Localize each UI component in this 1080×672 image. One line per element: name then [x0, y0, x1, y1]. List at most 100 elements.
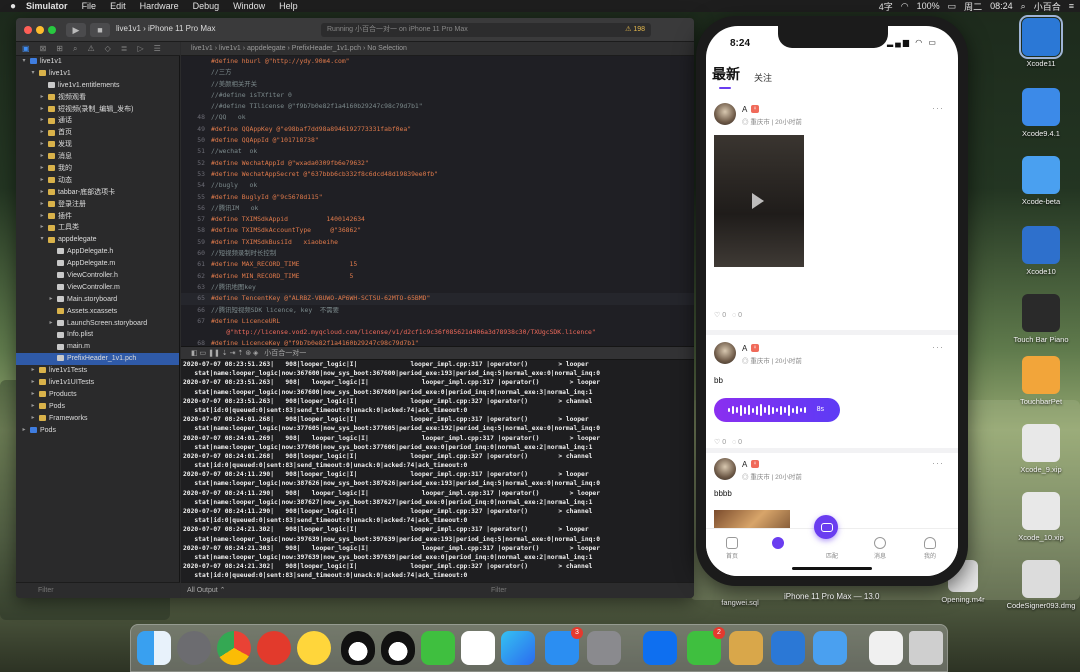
input-method-indicator[interactable]: 4字 [879, 0, 893, 13]
navigator-item[interactable]: ▸ 短视频(录制_编辑_发布) [16, 104, 179, 116]
code-line[interactable]: 59 #define TXIMSdkBusiId xiaobeihe [181, 237, 694, 248]
tab-profile[interactable]: 我的 [910, 537, 950, 560]
control-center-icon[interactable]: ≡ [1069, 1, 1074, 11]
disclosure-triangle-icon[interactable]: ▸ [38, 127, 46, 139]
tab-follow[interactable]: 关注 [754, 71, 772, 84]
code-line[interactable]: 63 //腾讯地图key [181, 282, 694, 293]
report-navigator-icon[interactable]: ☰ [154, 44, 161, 53]
code-line[interactable]: //三方 [181, 67, 694, 78]
tab-messages[interactable]: 消息 [860, 537, 900, 560]
search-icon[interactable]: ⌕ [1021, 1, 1026, 12]
find-navigator-icon[interactable]: ⌕ [73, 44, 77, 54]
tab-moments[interactable] [758, 537, 798, 551]
all-output-selector[interactable]: All Output ⌃ [187, 587, 226, 594]
desktop-icon[interactable]: Xcode-beta [1003, 156, 1079, 206]
minimize-window-button[interactable] [36, 26, 44, 34]
code-line[interactable]: @"http://license.vod2.myqcloud.com/licen… [181, 327, 694, 338]
code-line[interactable]: 65 #define TencentKey @"ALRBZ-VBUWO-AP6WH… [181, 293, 694, 305]
navigator-item[interactable]: ▸ 工具类 [16, 222, 179, 234]
date-label[interactable]: 周二 [964, 0, 982, 13]
debug-console[interactable]: 2020-07-07 08:23:51.263| 908|looper_logi… [181, 360, 694, 582]
app-store-icon[interactable]: 3 [545, 627, 583, 665]
disclosure-triangle-icon[interactable]: ▸ [38, 187, 46, 199]
wechat-icon[interactable] [421, 631, 455, 665]
navigator-item[interactable]: ▸ 我的 [16, 163, 179, 175]
archive-utility-icon[interactable] [729, 631, 763, 665]
disclosure-triangle-icon[interactable]: ▸ [38, 175, 46, 187]
more-options-icon[interactable]: ··· [932, 342, 944, 352]
navigator-item[interactable]: ▸ Pods [16, 401, 179, 413]
play-icon[interactable] [752, 193, 764, 209]
code-line[interactable]: 58 #define TXIMSdkAccountType @"36862" [181, 225, 694, 236]
navigator-item[interactable]: main.m [16, 341, 179, 353]
menu-window[interactable]: Window [233, 1, 265, 11]
code-line[interactable]: 68 #define LicenceKey @"f9b7b0e82f1a4160b… [181, 338, 694, 346]
navigator-item[interactable]: ▸ 首页 [16, 127, 179, 139]
disclosure-triangle-icon[interactable]: ▸ [38, 139, 46, 151]
navigator-item[interactable]: AppDelegate.h [16, 246, 179, 258]
disclosure-triangle-icon[interactable]: ▸ [20, 425, 28, 437]
tab-home[interactable]: 首页 [712, 537, 752, 560]
avatar[interactable] [714, 103, 736, 125]
navigator-item[interactable]: ViewController.m [16, 282, 179, 294]
navigator-item[interactable]: live1v1.entitlements [16, 80, 179, 92]
menu-help[interactable]: Help [279, 1, 298, 11]
desktop-icon[interactable]: Xcode11 [1003, 15, 1079, 68]
comment-icon[interactable]: ◌ [732, 312, 736, 319]
code-line[interactable]: 61 #define MAX_RECORD_TIME 15 [181, 259, 694, 270]
menu-edit[interactable]: Edit [110, 1, 126, 11]
navigator-item[interactable]: ▾ live1v1 [16, 68, 179, 80]
chrome-icon[interactable] [217, 631, 251, 665]
console-filter-field[interactable]: Filter [491, 583, 507, 598]
avatar[interactable] [714, 342, 736, 364]
video-thumbnail[interactable] [714, 135, 804, 267]
code-line[interactable]: #define hburl @"http://ydy.90m4.com" [181, 56, 694, 67]
launchpad-icon[interactable] [177, 631, 211, 665]
voice-message-button[interactable]: 8s [714, 398, 840, 422]
navigator-item[interactable]: ▸ 登录注册 [16, 199, 179, 211]
feed-post[interactable]: A ♀ ◎ 重庆市 | 20小时前 ··· bb 8s ♡ 0 ◌ 0 [706, 342, 958, 446]
code-line[interactable]: 56 //腾讯IM ok [181, 203, 694, 214]
navigator-item[interactable]: PrefixHeader_1v1.pch [16, 353, 179, 366]
navigator-item[interactable]: ▸ Frameworks [16, 413, 179, 425]
code-line[interactable]: //美颜相关开关 [181, 79, 694, 90]
menu-app-simulator[interactable]: Simulator [26, 1, 68, 11]
scheme-selector[interactable]: live1v1 › iPhone 11 Pro Max [116, 24, 215, 33]
user-name[interactable]: 小百合 [1034, 0, 1061, 13]
jump-bar[interactable]: live1v1 › live1v1 › appdelegate › Prefix… [181, 42, 694, 56]
navigator-item[interactable]: ▸ tabbar-底部选项卡 [16, 187, 179, 199]
like-icon[interactable]: ♡ [714, 312, 720, 319]
code-line[interactable]: 48 //QQ ok [181, 112, 694, 123]
battery-icon[interactable]: ▭ [948, 1, 957, 12]
avatar[interactable] [714, 458, 736, 480]
clock-label[interactable]: 08:24 [990, 1, 1013, 11]
warnings-count[interactable]: ⚠ 198 [625, 23, 645, 37]
more-options-icon[interactable]: ··· [932, 103, 944, 113]
debug-controls-icon[interactable]: ◧ ▭ ❚❚ ⇣ ⇥ ⇡ ⊛ ◈ [191, 350, 258, 357]
disclosure-triangle-icon[interactable]: ▸ [38, 92, 46, 104]
qq-icon-2[interactable] [381, 631, 415, 665]
disclosure-triangle-icon[interactable]: ▸ [38, 163, 46, 175]
disclosure-triangle-icon[interactable]: ▾ [29, 68, 37, 80]
comment-icon[interactable]: ◌ [732, 439, 736, 446]
preview-icon[interactable] [869, 631, 903, 665]
netease-music-icon[interactable] [257, 631, 291, 665]
desktop-icon[interactable]: CodeSigner093.dmg [1003, 560, 1079, 610]
code-line[interactable]: //#define TIlicense @"f9b7b0e82f1a4160b2… [181, 101, 694, 112]
close-window-button[interactable] [24, 26, 32, 34]
desktop-icon[interactable]: Xcode_10.xip [1003, 492, 1079, 542]
system-preferences-icon[interactable] [587, 631, 621, 665]
navigator-item[interactable]: ▸ Products [16, 389, 179, 401]
wifi-icon[interactable]: ◠ [901, 1, 909, 12]
teamviewer-icon[interactable] [643, 631, 677, 665]
navigator-item[interactable]: ▸ live1v1Tests [16, 365, 179, 377]
source-editor[interactable]: #define hburl @"http://ydy.90m4.com" //三方… [181, 56, 694, 346]
disclosure-triangle-icon[interactable]: ▸ [38, 115, 46, 127]
disclosure-triangle-icon[interactable]: ▸ [47, 318, 55, 330]
symbol-navigator-icon[interactable]: ⊞ [56, 44, 63, 53]
tab-latest[interactable]: 最新 [712, 64, 740, 89]
code-line[interactable]: 50 #define QQAppId @"101718738" [181, 135, 694, 146]
wechat-work-icon[interactable]: 2 [687, 627, 725, 665]
code-line[interactable]: 55 #define BuglyId @"9c5678d115" [181, 192, 694, 203]
navigator-item[interactable]: ▾ appdelegate [16, 234, 179, 246]
